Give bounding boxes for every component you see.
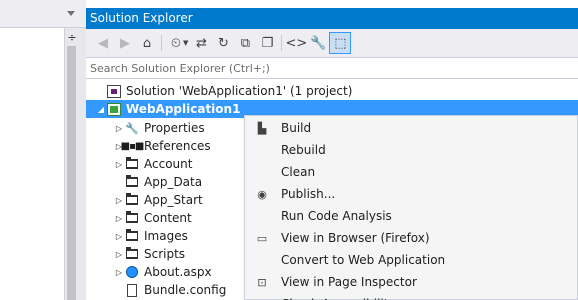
collapsed-arrow-icon[interactable]: ▷ xyxy=(114,231,124,241)
forward-icon[interactable]: ▶ xyxy=(114,32,136,54)
menu-item-label: Clean xyxy=(281,165,316,179)
solution-explorer-toolbar: ◀ ▶ ⌂ ⏲ ▼ ⇄ ↻ ⧉ ❐ <> 🔧 ⬚ xyxy=(86,29,578,57)
menu-item-label: Build xyxy=(281,121,312,135)
menu-item[interactable]: Clean xyxy=(245,161,578,183)
tree-item-label: Bundle.config xyxy=(144,283,227,297)
tree-item-label: Solution 'WebApplication1' (1 project) xyxy=(126,84,353,98)
toolbar-separator xyxy=(281,35,283,51)
context-menu: ▙ Build Rebuild Clean ◉ Publish... Run Code An… xyxy=(244,115,578,300)
collapsed-arrow-icon[interactable]: ▷ xyxy=(114,249,124,259)
menu-item[interactable]: ⊡ View in Page Inspector xyxy=(245,271,578,293)
back-icon[interactable]: ◀ xyxy=(92,32,114,54)
menu-item-label: View in Page Inspector xyxy=(281,275,417,289)
expanded-arrow-icon[interactable]: ◢ xyxy=(96,104,106,114)
collapsed-arrow-icon[interactable]: ▷ xyxy=(114,267,124,277)
menu-item[interactable]: Convert to Web Application xyxy=(245,249,578,271)
tree-item-label: App_Start xyxy=(144,193,203,207)
home-icon[interactable]: ⌂ xyxy=(136,32,158,54)
page-inspector-icon: ⊡ xyxy=(257,275,267,289)
tree-item-label: Content xyxy=(144,211,192,225)
folder-icon xyxy=(124,247,140,261)
tree-item-label: Account xyxy=(144,157,193,171)
web-project-icon xyxy=(106,102,122,116)
split-window-icon[interactable]: ÷ xyxy=(66,30,78,44)
menu-item-label: Convert to Web Application xyxy=(281,253,446,267)
menu-item[interactable]: ◍Check Accessibility... xyxy=(245,293,578,300)
menu-item[interactable]: ◉ Publish... xyxy=(245,183,578,205)
wrench-icon: 🔧 xyxy=(125,121,139,135)
panel-title: Solution Explorer xyxy=(86,8,578,29)
tree-item-label: Scripts xyxy=(144,247,186,261)
build-icon: ▙ xyxy=(257,121,267,135)
collapsed-arrow-icon[interactable]: ▷ xyxy=(114,195,124,205)
menu-item[interactable]: Run Code Analysis xyxy=(245,205,578,227)
menu-item-label: Run Code Analysis xyxy=(281,209,392,223)
chevron-down-icon[interactable] xyxy=(67,11,75,16)
preview-selected-items-icon[interactable]: ⬚ xyxy=(329,32,352,54)
search-box[interactable] xyxy=(86,57,578,79)
editor-area: ÷ xyxy=(0,0,86,300)
toolbar-separator xyxy=(161,35,162,51)
publish-icon: ◉ xyxy=(257,187,267,201)
tree-item-label: About.aspx xyxy=(144,265,212,279)
browser-icon: ▭ xyxy=(256,231,268,245)
menu-item-label: Rebuild xyxy=(281,143,326,157)
menu-item-label: View in Browser (Firefox) xyxy=(281,231,430,245)
menu-item[interactable]: ▙ Build xyxy=(245,117,578,139)
vertical-scrollbar[interactable] xyxy=(67,46,76,300)
tree-item-label: References xyxy=(144,139,211,153)
menu-item[interactable]: Rebuild xyxy=(245,139,578,161)
solution-icon xyxy=(106,84,122,98)
sync-with-active-document-icon[interactable]: ⇄ xyxy=(190,32,212,54)
folder-icon xyxy=(124,157,140,171)
references-icon: ■▪■ xyxy=(120,140,145,152)
collapsed-arrow-icon[interactable]: ▷ xyxy=(114,159,124,169)
view-code-icon[interactable]: <> xyxy=(285,32,307,54)
dropdown-caret-icon[interactable]: ▼ xyxy=(183,39,188,47)
tree-item-label: App_Data xyxy=(144,175,203,189)
tree-item-label: Properties xyxy=(144,121,205,135)
show-all-files-icon[interactable]: ❐ xyxy=(256,32,278,54)
config-file-icon xyxy=(124,283,140,297)
folder-icon xyxy=(124,211,140,225)
web-page-icon xyxy=(124,265,140,279)
properties-icon[interactable]: 🔧 xyxy=(307,32,329,54)
tree-item-label: Images xyxy=(144,229,188,243)
menu-item-label: Publish... xyxy=(281,187,336,201)
collapsed-arrow-icon[interactable]: ▷ xyxy=(114,213,124,223)
folder-icon xyxy=(124,175,140,189)
refresh-icon[interactable]: ↻ xyxy=(212,32,234,54)
folder-icon xyxy=(124,229,140,243)
tree-item-label: WebApplication1 xyxy=(126,102,241,116)
tree-item[interactable]: Solution 'WebApplication1' (1 project) xyxy=(86,82,578,100)
collapse-all-icon[interactable]: ⧉ xyxy=(234,32,256,54)
folder-icon xyxy=(124,193,140,207)
search-input[interactable] xyxy=(86,58,578,78)
collapsed-arrow-icon[interactable]: ▷ xyxy=(114,123,124,133)
menu-item[interactable]: ▭ View in Browser (Firefox) xyxy=(245,227,578,249)
